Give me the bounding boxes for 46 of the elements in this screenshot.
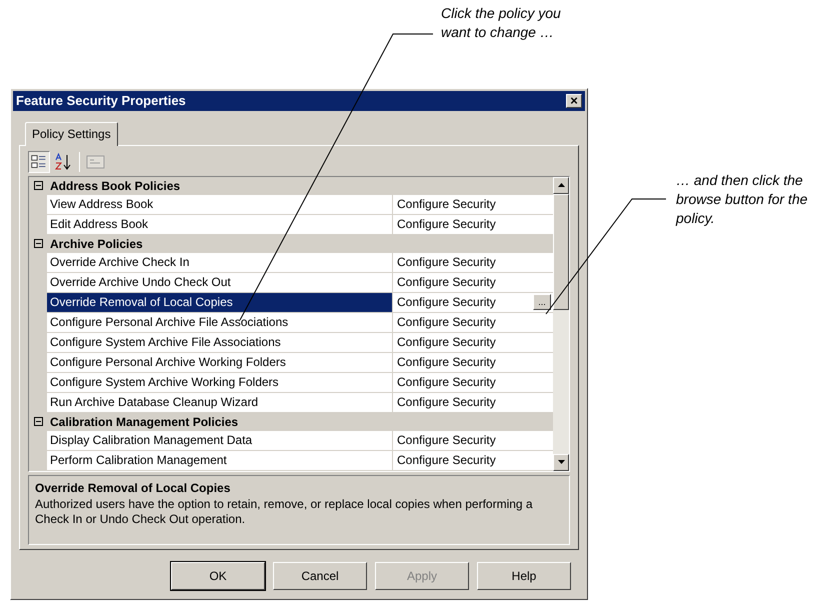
close-button[interactable]: × <box>566 94 582 108</box>
sort-alphabetical-icon[interactable] <box>53 152 73 172</box>
property-value: Configure Security <box>397 394 496 410</box>
property-value: Configure Security <box>397 354 496 370</box>
category-header: Archive Policies <box>49 236 144 252</box>
property-name[interactable]: Configure Personal Archive Working Folders <box>47 352 393 372</box>
tab[interactable]: Policy Settings <box>25 122 118 146</box>
property-name[interactable]: Override Removal of Local Copies <box>47 292 393 312</box>
property-value: Configure Security <box>397 314 496 330</box>
property-value: Configure Security <box>397 452 496 468</box>
dialog-button[interactable]: Cancel <box>273 562 367 590</box>
collapse-icon[interactable] <box>34 181 42 190</box>
property-name[interactable]: Run Archive Database Cleanup Wizard <box>47 392 393 412</box>
description-text: Authorized users have the option to retain, remove, or replace local copies when performing a Check In or Undo Check Out operation. <box>35 496 534 526</box>
callout-text: Click the policy you want to change … <box>441 4 562 42</box>
category-header: Calibration Management Policies <box>49 414 240 430</box>
property-name[interactable]: Configure System Archive Working Folders <box>47 372 393 392</box>
property-name[interactable]: View Address Book <box>47 194 393 214</box>
callout-text: … and then click the browse button for the policy. <box>676 171 809 228</box>
scroll-up-icon[interactable] <box>558 183 564 187</box>
property-name[interactable]: Override Archive Check In <box>47 252 393 272</box>
property-name[interactable]: Configure Personal Archive File Associations <box>47 312 393 332</box>
scroll-down-icon[interactable] <box>558 460 564 464</box>
property-name[interactable]: Edit Address Book <box>47 214 393 234</box>
browse-button[interactable]: ... <box>533 294 551 310</box>
property-name[interactable]: Override Archive Undo Check Out <box>47 272 393 292</box>
collapse-icon[interactable] <box>34 239 42 248</box>
property-name[interactable]: Display Calibration Management Data <box>47 430 393 450</box>
property-value: Configure Security <box>397 196 496 212</box>
property-value: Configure Security <box>397 374 496 390</box>
property-value: Configure Security <box>397 432 496 448</box>
property-value: Configure Security <box>397 274 496 290</box>
property-name[interactable]: Configure System Archive File Associations <box>47 332 393 352</box>
property-value: Configure Security <box>397 254 496 270</box>
dialog-button[interactable]: OK <box>171 562 265 590</box>
scrollbar[interactable] <box>553 176 569 470</box>
property-value: Configure Security <box>397 294 496 310</box>
collapse-icon[interactable] <box>34 417 42 426</box>
description-title: Override Removal of Local Copies <box>35 480 232 496</box>
dialog-button[interactable]: Help <box>477 562 571 590</box>
property-value: Configure Security <box>397 334 496 350</box>
categorized-view-icon[interactable] <box>28 150 50 172</box>
window-title: Feature Security Properties <box>16 92 186 110</box>
category-header: Address Book Policies <box>49 178 182 194</box>
property-value: Configure Security <box>397 216 496 232</box>
property-name[interactable]: Perform Calibration Management <box>47 450 393 470</box>
